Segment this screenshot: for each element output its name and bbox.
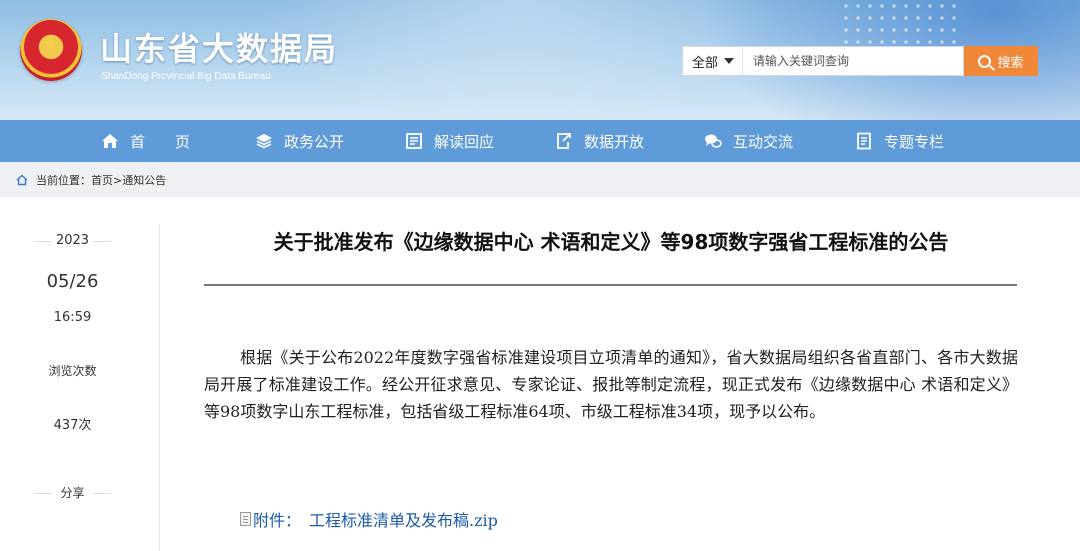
layers-icon — [254, 131, 274, 151]
nav-item-interpretation[interactable]: 解读回应 — [404, 120, 494, 162]
file-icon — [240, 512, 251, 526]
site-title[interactable]: 山东省大数据局 — [100, 24, 338, 70]
nav-item-label: 数据开放 — [584, 132, 645, 151]
attachment-link[interactable]: 工程标准清单及发布稿.zip — [309, 507, 498, 531]
search-input[interactable] — [742, 46, 964, 76]
nav-item-data-open[interactable]: 数据开放 — [554, 120, 644, 162]
nav-item-label: 解读回应 — [434, 132, 495, 151]
export-icon — [554, 131, 574, 151]
national-emblem-icon — [20, 19, 82, 81]
article-title: 关于批准发布《边缘数据中心 术语和定义》等98项数字强省工程标准的公告 — [273, 230, 949, 254]
attachment-prefix: 附件： — [253, 511, 302, 530]
publish-time: 16:59 — [53, 310, 92, 325]
site-subtitle: ShanDong Provincial Big Data Bureau — [101, 71, 271, 82]
caret-down-icon — [724, 58, 735, 64]
list-icon — [854, 131, 874, 151]
article-body: 根据《关于公布2022年度数字强省标准建设项目立项清单的通知》，省大数据局组织各… — [204, 348, 1018, 421]
search-scope-value: 全部 — [692, 55, 719, 71]
title-divider — [204, 284, 1017, 286]
nav-item-label: 首 页 — [130, 132, 191, 151]
search-button-label: 搜索 — [997, 55, 1024, 71]
publish-year: 2023 — [30, 233, 115, 248]
home-icon — [16, 174, 28, 185]
search-icon — [978, 54, 992, 68]
article-meta: 2023 05/26 16:59 浏览次数 437次 分享 — [0, 197, 160, 551]
attachment: 附件： 工程标准清单及发布稿.zip — [240, 507, 498, 531]
search-button[interactable]: 搜索 — [964, 46, 1038, 76]
nav-item-interaction[interactable]: 互动交流 — [703, 120, 793, 162]
nav-item-government-affairs[interactable]: 政务公开 — [254, 120, 344, 162]
main-nav: 首 页 政务公开 解读回应 数据开放 互动交流 专题专栏 — [0, 120, 1080, 162]
breadcrumb-path[interactable]: 首页>通知公告 — [91, 174, 166, 187]
nav-item-home[interactable]: 首 页 — [100, 120, 190, 162]
header-banner: 山东省大数据局 ShanDong Provincial Big Data Bur… — [0, 0, 1080, 120]
views-label: 浏览次数 — [48, 364, 97, 378]
document-icon — [404, 131, 424, 151]
search-scope-select[interactable]: 全部 — [682, 46, 742, 76]
breadcrumb-prefix: 当前位置： — [36, 173, 91, 187]
search-bar: 全部 搜索 — [682, 46, 1038, 76]
nav-item-label: 互动交流 — [733, 132, 794, 151]
nav-item-label: 政务公开 — [284, 132, 345, 151]
column-divider — [159, 224, 160, 551]
views-count: 437次 — [53, 418, 92, 433]
nav-item-label: 专题专栏 — [884, 132, 945, 151]
share-button[interactable]: 分享 — [30, 484, 115, 501]
publish-date: 05/26 — [46, 271, 99, 292]
breadcrumb: 当前位置：首页>通知公告 — [0, 162, 1080, 197]
chat-icon — [703, 131, 723, 151]
nav-item-special-topics[interactable]: 专题专栏 — [854, 120, 944, 162]
home-icon — [100, 131, 120, 151]
